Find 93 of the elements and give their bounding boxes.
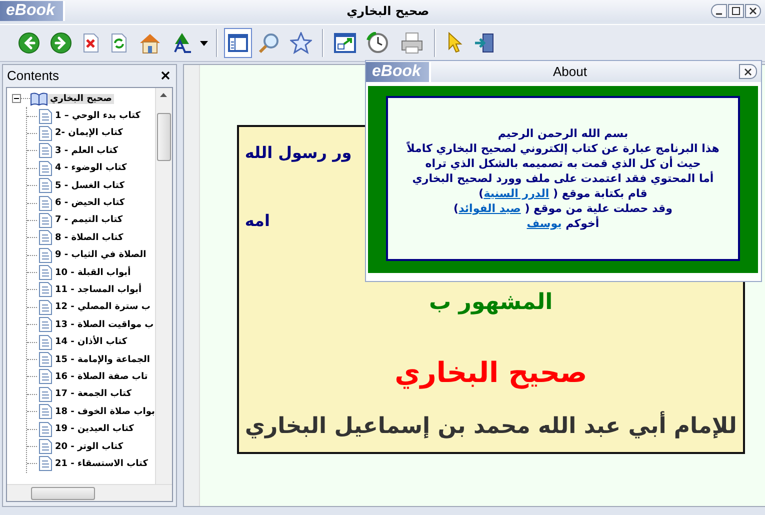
toolbar-button[interactable]	[224, 28, 252, 58]
tree-item[interactable]: تاب صفة الصلاة - 16	[55, 372, 148, 382]
pointer-icon	[447, 32, 463, 54]
tree-item[interactable]: كتاب الوضوء - 4	[55, 163, 127, 174]
tree-item[interactable]: كتاب العيدين - 19	[55, 424, 134, 434]
tree-item[interactable]: كتاب الحيض - 6	[55, 198, 125, 208]
document-icon	[39, 160, 52, 176]
document-icon	[39, 178, 52, 194]
tree-item[interactable]: كتاب الغسل - 5	[55, 180, 124, 191]
app-logo: eBook	[366, 62, 431, 82]
app-logo: eBook	[0, 1, 65, 21]
document-icon	[39, 196, 52, 211]
about-line: وقد حصلت علية من موقع ( صيد الفوائد)	[454, 202, 672, 215]
about-line: هذا البرنامج عبارة عن كتاب إلكتروني لصحيح البخاري كاملاً	[406, 142, 720, 155]
panel-title: Contents	[7, 68, 60, 82]
about-line: بسم الله الرحمن الرحيم	[498, 127, 628, 140]
horizontal-scrollbar[interactable]	[7, 484, 172, 501]
tree-letter-icon	[172, 32, 192, 54]
document-icon	[39, 369, 52, 384]
close-button[interactable]	[739, 64, 757, 79]
about-line: أخوكم يوسف	[526, 217, 600, 230]
document-icon	[39, 230, 52, 246]
document-icon	[39, 143, 52, 158]
tree-item[interactable]: كتاب التيمم - 7	[55, 215, 123, 226]
document-icon	[39, 212, 52, 228]
scroll-up-arrow-icon[interactable]	[160, 93, 168, 97]
tree-item[interactable]: الجماعة والإمامة - 15	[55, 354, 150, 365]
document-icon	[39, 456, 52, 472]
tree-item[interactable]: ب مواقيت الصلاة - 13	[55, 320, 154, 330]
close-button[interactable]	[745, 4, 761, 18]
title-text: للإمام أبي عبد الله محمد بن إسماعيل البخاري	[244, 412, 737, 443]
door-exit-icon	[474, 32, 496, 54]
document-icon	[39, 386, 52, 402]
home-icon	[138, 32, 162, 54]
tree-item[interactable]: كتاب الجمعة - 17	[55, 389, 132, 400]
link[interactable]: الدرر السنية	[484, 187, 550, 200]
dialog-title: About	[552, 64, 588, 79]
scrollbar[interactable]	[154, 88, 172, 484]
tree-root[interactable]: صحيح البخاري	[48, 94, 114, 104]
document-icon	[39, 126, 52, 141]
tree-item[interactable]: أبواب القبلة - 10	[55, 268, 131, 278]
title-text: المشهور ب	[429, 288, 553, 317]
tree-item[interactable]: الصلاة في الثياب - 9	[55, 250, 146, 260]
title-text: ور رسول الله	[244, 142, 352, 164]
refresh-icon	[111, 33, 127, 53]
document-icon	[39, 300, 52, 315]
title-text: امه	[244, 210, 270, 232]
collapse-toggle[interactable]	[12, 94, 21, 104]
tree-item[interactable]: كتاب الإيمان -2	[55, 128, 123, 138]
document-icon	[39, 439, 52, 454]
close-icon[interactable]	[160, 70, 170, 80]
title-text: صحيح البخاري	[394, 355, 588, 392]
scrollbar[interactable]	[184, 65, 200, 506]
minus-icon	[14, 96, 19, 102]
scroll-thumb[interactable]	[31, 486, 95, 500]
document-icon	[39, 334, 52, 350]
link[interactable]: صيد الفوائد	[458, 202, 521, 215]
about-line: حيث أن كل الذي قمت به تصميمه بالشكل الذي تراه	[425, 157, 701, 170]
tree-item[interactable]: ب سترة المصلي - 12	[55, 302, 150, 312]
maximize-button[interactable]	[728, 4, 744, 18]
document-icon	[39, 422, 52, 437]
tree-item[interactable]: كتاب بدء الوحي – 1	[55, 111, 141, 122]
dropdown-arrow-icon	[200, 40, 208, 46]
tree-item[interactable]: كتاب العلم - 3	[55, 146, 118, 156]
printer-icon	[400, 32, 424, 54]
document-icon	[39, 108, 52, 124]
tree-item[interactable]: كتاب الوتر - 20	[55, 442, 124, 452]
close-icon	[749, 7, 757, 15]
document-icon	[39, 265, 52, 280]
about-line: قام بكتابة موقع ( الدرر السنية)	[478, 187, 648, 200]
close-document-icon	[83, 33, 99, 53]
tree-item[interactable]: كتاب الاستسقاء - 21	[55, 458, 148, 469]
window-title: صحيح البخاري	[346, 4, 430, 18]
close-icon	[744, 68, 752, 76]
tree-item[interactable]: كتاب الأذان - 14	[55, 337, 128, 348]
tree-item[interactable]: بواب صلاة الخوف - 18	[55, 406, 155, 417]
tree-item[interactable]: أبواب المساجد - 11	[55, 284, 142, 295]
star-icon	[290, 32, 312, 54]
document-icon	[39, 282, 52, 298]
document-icon	[39, 317, 52, 332]
about-line: أما المحتوي فقد اعتمدت على ملف وورد لصحيح البخاري	[412, 172, 714, 185]
open-book-icon	[30, 91, 48, 106]
document-icon	[39, 352, 52, 368]
tree-item[interactable]: كتاب الصلاة - 8	[55, 232, 124, 243]
minimize-button[interactable]	[711, 4, 727, 18]
contents-pane-icon	[228, 34, 248, 52]
search-icon	[258, 32, 280, 54]
maximize-icon	[732, 7, 740, 15]
link[interactable]: يوسف	[526, 217, 562, 230]
document-icon	[39, 248, 52, 263]
document-icon	[39, 404, 52, 420]
clock-icon	[366, 32, 390, 54]
scroll-thumb[interactable]	[156, 113, 171, 161]
